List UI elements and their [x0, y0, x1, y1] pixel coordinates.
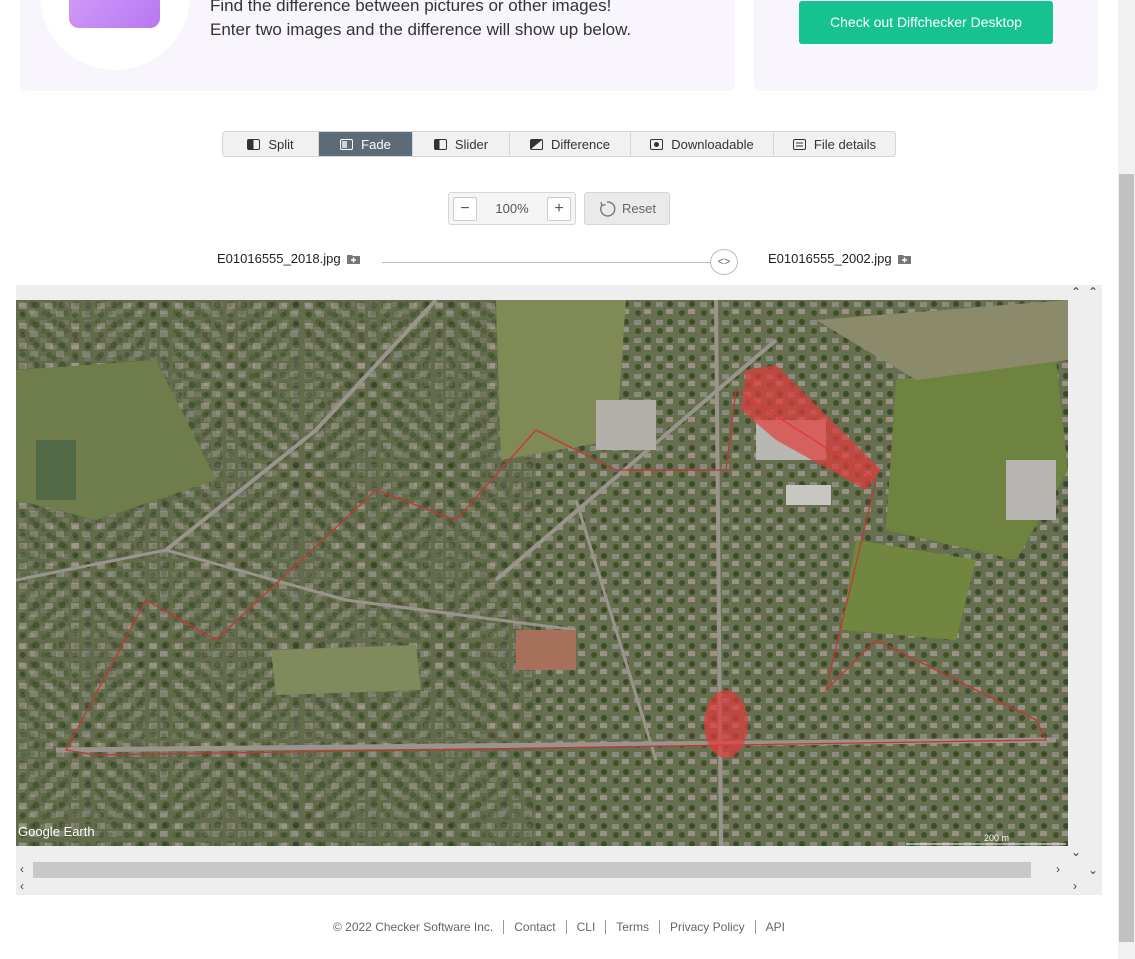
hero-line-2: Enter two images and the difference will…	[210, 20, 632, 39]
map-attribution: Google Earth	[18, 824, 95, 839]
right-file-name: E01016555_2002.jpg	[768, 251, 892, 266]
fade-slider-handle[interactable]: <>	[710, 249, 738, 275]
scroll-left-arrow[interactable]: ‹	[20, 880, 24, 892]
footer-link-cli[interactable]: CLI	[565, 920, 606, 934]
slider-icon	[433, 138, 447, 150]
scroll-up-arrow[interactable]: ⌃	[1088, 286, 1098, 298]
fade-icon	[340, 138, 354, 150]
add-file-icon[interactable]	[346, 253, 360, 264]
aerial-map-image: Google Earth 200 m	[16, 300, 1068, 846]
reset-label: Reset	[622, 201, 656, 216]
tab-label: File details	[813, 136, 877, 152]
tab-file-details[interactable]: File details	[774, 132, 895, 156]
difference-highlight	[704, 690, 748, 758]
fade-slider-track[interactable]	[382, 262, 738, 263]
hero-line-1: Find the difference between pictures or …	[210, 0, 612, 15]
tab-fade[interactable]: Fade	[319, 132, 413, 156]
tab-split[interactable]: Split	[223, 132, 319, 156]
aerial-photo: Google Earth 200 m	[16, 300, 1068, 846]
zoom-level: 100%	[495, 201, 529, 216]
footer-link-api[interactable]: API	[754, 920, 795, 934]
reset-icon	[600, 200, 616, 217]
footer-link-contact[interactable]: Contact	[503, 920, 565, 934]
difference-icon	[529, 138, 543, 150]
scroll-down-arrow[interactable]: ⌄	[1071, 846, 1081, 858]
scroll-left-arrow[interactable]: ‹	[20, 863, 24, 875]
zoom-out-button[interactable]: −	[453, 196, 477, 221]
view-mode-tabs: Split Fade Slider Difference Downloadabl…	[222, 131, 896, 157]
tab-label: Slider	[454, 136, 489, 152]
tab-label: Fade	[361, 136, 391, 152]
download-icon	[650, 138, 664, 150]
footer-link-terms[interactable]: Terms	[605, 920, 659, 934]
tab-label: Difference	[550, 136, 610, 152]
add-file-icon[interactable]	[897, 253, 911, 264]
reset-button[interactable]: Reset	[584, 192, 670, 225]
hero-description: Find the difference between pictures or …	[210, 0, 631, 42]
map-scale: 200 m	[984, 833, 1009, 843]
left-file-name: E01016555_2018.jpg	[217, 251, 341, 266]
scroll-up-arrow[interactable]: ⌃	[1071, 286, 1081, 298]
horizontal-scrollbar[interactable]	[33, 862, 1031, 878]
zoom-in-button[interactable]: +	[547, 196, 571, 221]
split-icon	[247, 138, 261, 150]
image-compare-logo-icon	[69, 0, 160, 28]
tab-label: Split	[268, 136, 294, 152]
scroll-right-arrow[interactable]: ›	[1056, 863, 1060, 875]
copyright: © 2022 Checker Software Inc.	[332, 920, 494, 934]
file-details-icon	[792, 138, 806, 150]
tab-label: Downloadable	[671, 136, 754, 152]
scroll-right-arrow[interactable]: ›	[1073, 880, 1077, 892]
tab-slider[interactable]: Slider	[413, 132, 510, 156]
diffchecker-desktop-button[interactable]: Check out Diffchecker Desktop	[799, 1, 1053, 44]
tab-difference[interactable]: Difference	[510, 132, 631, 156]
scroll-down-arrow[interactable]: ⌄	[1088, 864, 1098, 876]
tab-downloadable[interactable]: Downloadable	[631, 132, 774, 156]
right-file-label: E01016555_2002.jpg	[768, 251, 911, 266]
left-file-label: E01016555_2018.jpg	[217, 251, 360, 266]
zoom-control: − 100% +	[448, 192, 576, 225]
footer: © 2022 Checker Software Inc. Contact CLI…	[0, 920, 1118, 934]
footer-link-privacy[interactable]: Privacy Policy	[658, 920, 755, 934]
page-scrollbar-thumb[interactable]	[1119, 174, 1134, 942]
